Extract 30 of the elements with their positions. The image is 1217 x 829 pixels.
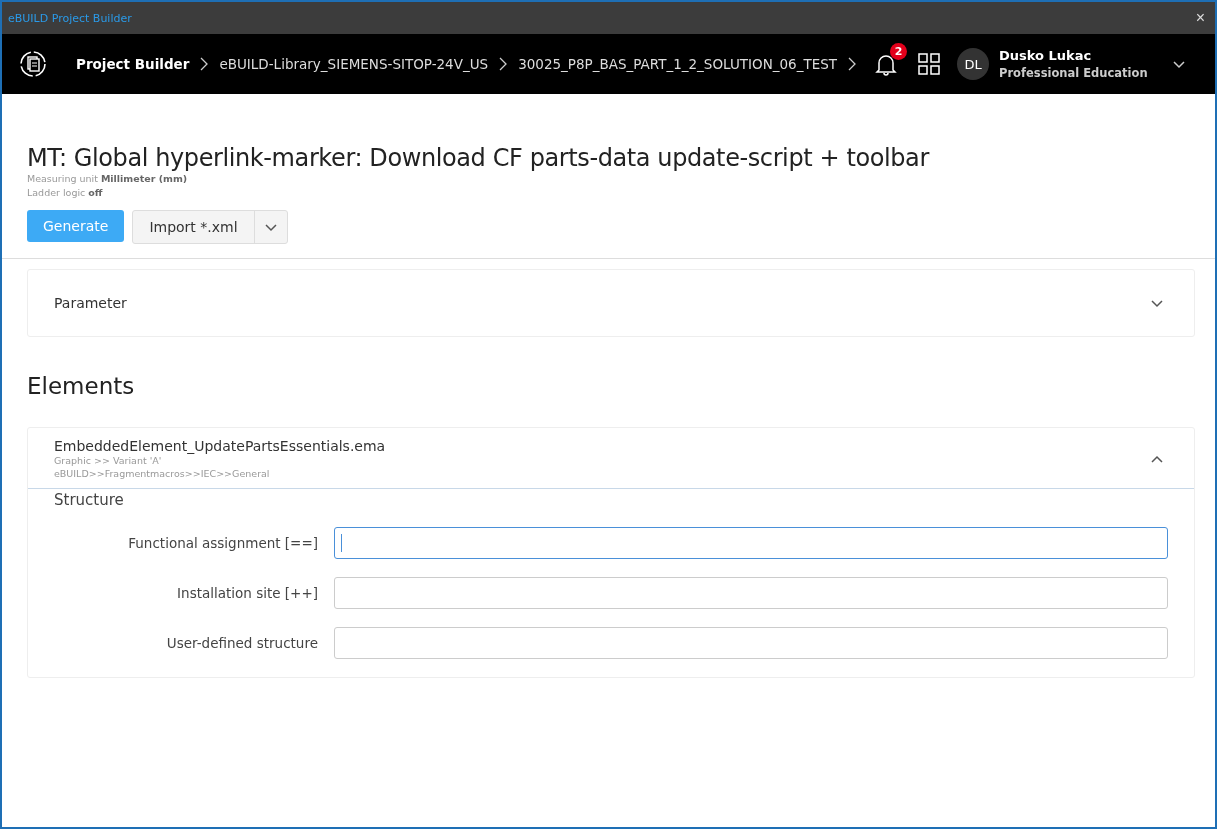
window-title: eBUILD Project Builder [8,11,132,25]
panel-title[interactable]: Parameter [54,295,127,311]
input-field[interactable] [334,627,1168,659]
chevron-right-icon [199,56,210,72]
breadcrumb-link[interactable]: 30025_P8P_BAS_PART_1_2_SOLUTION_06_TEST [518,56,837,72]
notification-badge: 2 [890,43,907,60]
project-title: MT: Global hyperlink-marker: Download CF parts-data update-script + toolbar [27,144,931,172]
user-name: Dusko Lukac [999,48,1093,63]
input-field[interactable] [334,577,1168,609]
field-label: Installation site [++] [176,585,318,601]
element-detail: Graphic >> Variant 'A' [54,454,163,467]
element-detail: eBUILD>>Fragmentmacros>>IEC>>General [54,467,271,480]
chevron-right-icon [498,56,509,72]
element-name[interactable]: EmbeddedElement_UpdatePartsEssentials.ema [54,438,386,454]
close-button[interactable]: × [1193,9,1207,27]
input-field[interactable] [334,527,1168,559]
field-label: Functional assignment [==] [127,535,318,551]
breadcrumb-link[interactable]: Project Builder [76,56,190,72]
project-meta: Measuring unit Millimeter (mm) [27,172,189,186]
app-logo-icon[interactable] [18,49,48,79]
user-role: Professional Education [999,66,1148,80]
apps-grid-icon[interactable] [917,52,941,76]
bell-icon[interactable] [875,52,897,76]
section-heading: Elements [27,373,136,399]
field-label: User-defined structure [165,635,318,651]
breadcrumb-link[interactable]: eBUILD-Library_SIEMENS-SITOP-24V_US [219,56,489,72]
structure-heading: Structure [53,490,125,511]
chevron-right-icon [847,56,857,72]
project-meta: Ladder logic off [27,186,104,200]
user-avatar[interactable]: DL [957,48,989,80]
